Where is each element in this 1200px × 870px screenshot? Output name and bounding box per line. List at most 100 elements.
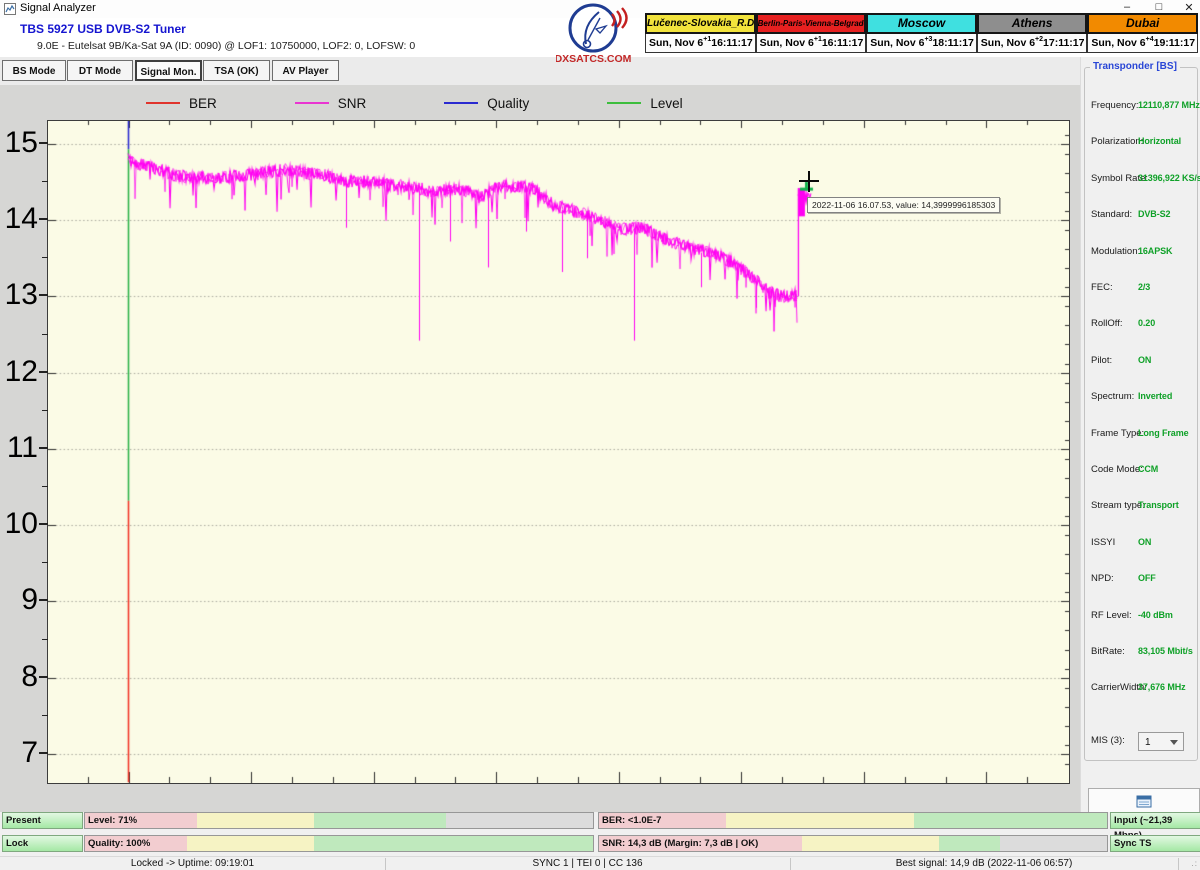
- y-axis-minor-tick: [42, 257, 48, 258]
- tab-dt-mode[interactable]: DT Mode: [67, 60, 133, 81]
- clock-time: 19:11:17: [1154, 37, 1195, 49]
- window-list-icon: [1136, 795, 1152, 808]
- legend-line-swatch: [444, 102, 478, 104]
- tab-av-player[interactable]: AV Player: [272, 60, 339, 81]
- clock-1: Berlin-Paris-Vienna-Belgrade Sun, Nov 6+…: [756, 13, 867, 56]
- meter-segment: [314, 813, 446, 828]
- mis-label: MIS (3):: [1091, 735, 1125, 746]
- transponder-row-label: Frame Type:: [1091, 428, 1144, 439]
- statusbar-best-signal: Best signal: 14,9 dB (2022-11-06 06:57): [790, 857, 1178, 870]
- transponder-row-label: FEC:: [1091, 282, 1113, 293]
- signal-analyzer-window: Signal Analyzer – □ ✕ TBS 5927 USB DVB-S…: [0, 0, 1200, 870]
- window-title: Signal Analyzer: [20, 2, 96, 14]
- snr-meter: SNR: 14,3 dB (Margin: 7,3 dB | OK): [598, 835, 1108, 852]
- mis-value: 1: [1145, 737, 1151, 748]
- clock-time: 18:11:17: [932, 37, 973, 49]
- statusbar-uptime: Locked -> Uptime: 09:19:01: [0, 857, 385, 870]
- ber-meter-label: BER: <1.0E-7: [602, 813, 661, 828]
- crosshair-cursor-icon: [799, 180, 819, 182]
- y-axis-tick: [39, 142, 48, 144]
- clock-utc-offset: +4: [1146, 36, 1154, 43]
- quality-meter: Quality: 100%: [84, 835, 594, 852]
- transponder-row-value: 2/3: [1138, 282, 1150, 292]
- statusbar-sync: SYNC 1 | TEI 0 | CC 136: [385, 857, 790, 870]
- transponder-row-value: 12110,877 MHz: [1138, 100, 1200, 110]
- y-axis-label: 13: [0, 277, 38, 313]
- resize-grip-icon[interactable]: .:: [1192, 859, 1198, 868]
- tuner-subtitle: 9.0E - Eutelsat 9B/Ka-Sat 9A (ID: 0090) …: [37, 40, 415, 52]
- clock-city: Moscow: [866, 13, 977, 34]
- y-axis-tick: [39, 218, 48, 220]
- transponder-row-label: Code Mode:: [1091, 464, 1143, 475]
- y-axis-label: 15: [0, 125, 38, 161]
- datapoint-tooltip: 2022-11-06 16.07.53, value: 14,399999618…: [807, 197, 1000, 213]
- input-rate-badge: Input (~21,39 Mbps): [1110, 812, 1200, 829]
- logo-text: DXSATCS.COM: [556, 53, 632, 65]
- y-axis-minor-tick: [42, 486, 48, 487]
- transponder-panel: Transponder [BS] Frequency:12110,877 MHz…: [1080, 57, 1200, 870]
- transponder-row-value: Horizontal: [1138, 136, 1181, 146]
- meter-segment: [197, 813, 314, 828]
- y-axis-minor-tick: [42, 334, 48, 335]
- snr-meter-label: SNR: 14,3 dB (Margin: 7,3 dB | OK): [602, 836, 758, 851]
- meter-segment: [187, 836, 314, 851]
- y-axis-tick: [39, 523, 48, 525]
- legend-label: SNR: [338, 96, 367, 111]
- clock-time: 16:11:17: [711, 37, 752, 49]
- clock-date: Sun, Nov 6: [1091, 37, 1145, 49]
- plot-area: [47, 120, 1070, 784]
- tab-bs-mode[interactable]: BS Mode: [2, 60, 66, 81]
- clock-0: Lučenec-Slovakia_R.Dávid Sun, Nov 6+116:…: [645, 13, 756, 56]
- clock-date: Sun, Nov 6: [760, 37, 814, 49]
- app-icon: [4, 3, 16, 15]
- y-axis-tick: [39, 447, 48, 449]
- ber-meter: BER: <1.0E-7: [598, 812, 1108, 829]
- statusbar-divider: [385, 858, 386, 870]
- level-meter: Level: 71%: [84, 812, 594, 829]
- clock-date: Sun, Nov 6: [981, 37, 1035, 49]
- chart-legend: BER SNR Quality Level: [146, 94, 683, 112]
- transponder-row-value: 37,676 MHz: [1138, 682, 1186, 692]
- transponder-groupbox: Transponder [BS] Frequency:12110,877 MHz…: [1084, 67, 1198, 761]
- sync-ts-badge: Sync TS: [1110, 835, 1200, 852]
- legend-item-level: Level: [607, 96, 682, 111]
- bottom-status-rows: Present Lock Level: 71%Quality: 100%BER:…: [0, 812, 1200, 856]
- transponder-row-label: ISSYI: [1091, 537, 1115, 548]
- tab-signal-mon-[interactable]: Signal Mon.: [135, 60, 202, 81]
- transponder-row-label: Frequency:: [1091, 100, 1139, 111]
- clock-utc-offset: +1: [814, 36, 822, 43]
- meter-segment: [802, 836, 939, 851]
- clock-2: Moscow Sun, Nov 6+318:11:17: [866, 13, 977, 56]
- y-axis-tick: [39, 752, 48, 754]
- log-window-button[interactable]: [1088, 788, 1200, 814]
- meter-segment: [446, 813, 593, 828]
- legend-line-swatch: [146, 102, 180, 104]
- clock-city: Athens: [977, 13, 1088, 34]
- transponder-title: Transponder [BS]: [1090, 61, 1180, 72]
- y-axis-label: 9: [0, 582, 38, 618]
- transponder-row-label: RollOff:: [1091, 318, 1123, 329]
- transponder-row-value: 31396,922 KS/s: [1138, 173, 1200, 183]
- clock-time: 17:11:17: [1043, 37, 1084, 49]
- y-axis-label: 12: [0, 354, 38, 390]
- clock-3: Athens Sun, Nov 6+217:11:17: [977, 13, 1088, 56]
- tab-tsa-ok-[interactable]: TSA (OK): [203, 60, 270, 81]
- y-axis-label: 11: [0, 430, 38, 466]
- transponder-row-value: 83,105 Mbit/s: [1138, 646, 1193, 656]
- meter-segment: [1000, 836, 1107, 851]
- legend-label: Quality: [487, 96, 529, 111]
- mis-dropdown[interactable]: 1: [1138, 732, 1184, 751]
- transponder-row-value: ON: [1138, 537, 1151, 547]
- present-badge: Present: [2, 812, 83, 829]
- legend-line-swatch: [607, 102, 641, 104]
- tab-bar: BS ModeDT ModeSignal Mon.TSA (OK)AV Play…: [0, 57, 1080, 86]
- y-axis-minor-tick: [42, 410, 48, 411]
- signal-plot-canvas[interactable]: [48, 121, 1069, 783]
- transponder-row-value: Long Frame: [1138, 428, 1189, 438]
- legend-label: Level: [650, 96, 682, 111]
- y-axis-tick: [39, 371, 48, 373]
- clock-city: Berlin-Paris-Vienna-Belgrade: [756, 13, 867, 34]
- legend-label: BER: [189, 96, 217, 111]
- transponder-row-label: Stream type:: [1091, 500, 1145, 511]
- transponder-row-label: BitRate:: [1091, 646, 1125, 657]
